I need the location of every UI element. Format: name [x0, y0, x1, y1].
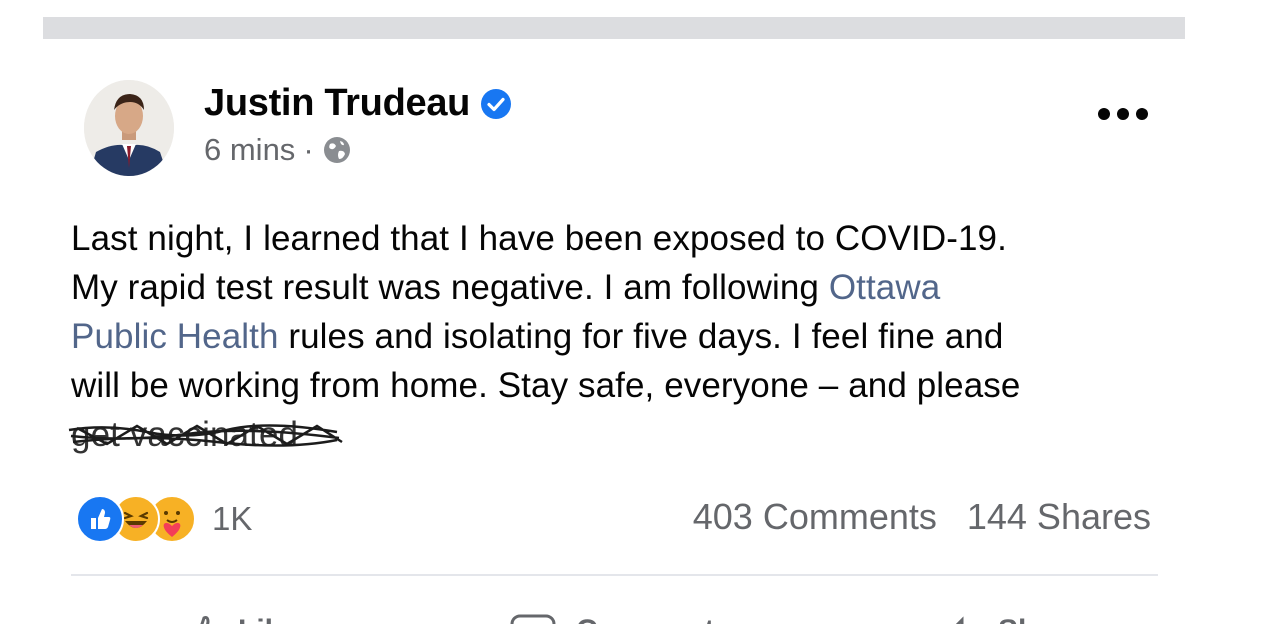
more-dot: [1136, 108, 1148, 120]
share-button[interactable]: Share: [940, 606, 1081, 624]
comments-count[interactable]: 403 Comments: [693, 496, 937, 538]
engagement-counts: 403 Comments 144 Shares: [693, 496, 1151, 538]
post-line-2: My rapid test result was negative. I am …: [71, 263, 1181, 312]
post-text: Last night, I learned that I have been e…: [68, 214, 1181, 459]
avatar[interactable]: [84, 80, 174, 176]
like-reaction-icon: [76, 495, 124, 543]
author-name[interactable]: Justin Trudeau: [204, 82, 470, 125]
post-line-3: Public Health rules and isolating for fi…: [71, 312, 1181, 361]
post-author: Justin Trudeau: [204, 82, 512, 125]
like-button[interactable]: Like: [190, 606, 298, 624]
comment-label: Comment: [576, 614, 714, 624]
reaction-count: 1K: [212, 500, 253, 537]
scribble-marks: [68, 424, 343, 447]
post-line-2-text: My rapid test result was negative. I am …: [71, 268, 829, 307]
post-line-3-text: rules and isolating for five days. I fee…: [278, 317, 1004, 356]
post-timestamp[interactable]: 6 mins: [204, 132, 295, 168]
post-line-4: will be working from home. Stay safe, ev…: [71, 366, 1021, 405]
like-label: Like: [238, 614, 298, 624]
verified-badge-icon: [481, 88, 512, 119]
share-label: Share: [998, 614, 1081, 624]
like-icon: [200, 616, 210, 624]
ottawa-public-health-link[interactable]: Ottawa: [829, 268, 940, 307]
post-actions: Like Comment Share: [0, 606, 1280, 624]
more-dot: [1117, 108, 1129, 120]
top-bar: [43, 17, 1185, 39]
more-options-button[interactable]: [1098, 100, 1148, 128]
globe-icon: [323, 137, 350, 163]
more-dot: [1098, 108, 1110, 120]
avatar-image: [84, 80, 174, 176]
post-line-5: get vaccinated: [68, 410, 1181, 459]
ottawa-public-health-link-cont[interactable]: Public Health: [71, 317, 279, 356]
comment-icon: [510, 614, 556, 624]
shares-count[interactable]: 144 Shares: [967, 496, 1151, 538]
meta-separator: ·: [303, 132, 314, 167]
post-meta: 6 mins ·: [204, 132, 352, 168]
scribbled-out-text: get vaccinated: [68, 410, 343, 459]
divider: [71, 574, 1158, 576]
reactions-summary[interactable]: 1K: [76, 495, 252, 543]
post-line-1: Last night, I learned that I have been e…: [71, 219, 1007, 258]
share-icon: [955, 616, 964, 624]
comment-button[interactable]: Comment: [510, 606, 714, 624]
